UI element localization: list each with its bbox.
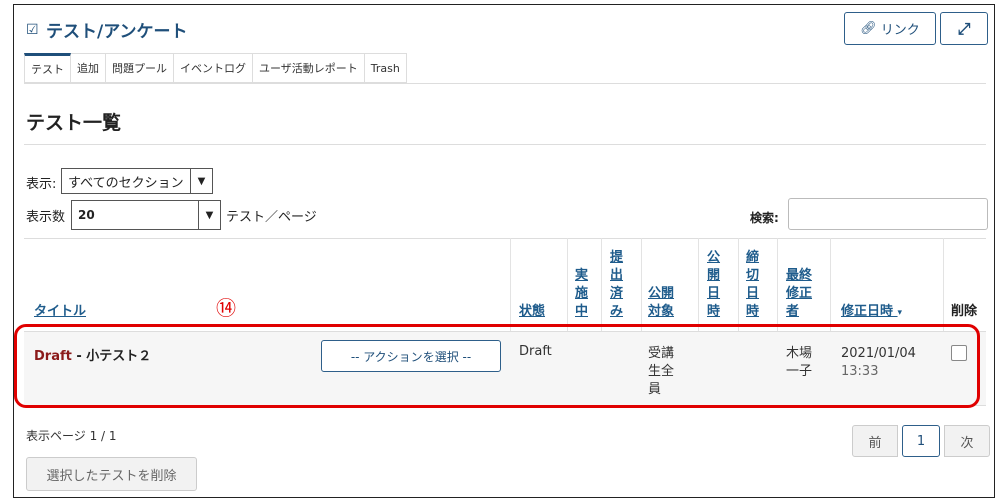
column-header-status[interactable]: 状態 [519, 303, 545, 321]
action-select-button[interactable]: -- アクションを選択 -- [321, 340, 501, 372]
row-status: Draft [519, 344, 552, 359]
column-header-close-date[interactable]: 締切日時 [746, 249, 762, 321]
tab-add[interactable]: 追加 [71, 53, 106, 83]
annotation-number: ⑭ [216, 296, 236, 320]
pagination: 前 1 次 [852, 425, 990, 457]
delete-checkbox[interactable] [951, 345, 967, 361]
test-title[interactable]: Draft - 小テスト２ [34, 345, 151, 364]
view-label: 表示: [26, 177, 57, 192]
delete-selected-button[interactable]: 選択したテストを削除 [26, 457, 197, 491]
row-modified-date: 2021/01/04 [841, 346, 916, 361]
column-header-modified[interactable]: 修正日時 ▾ [841, 303, 902, 322]
tab-bar: テスト 追加 問題プール イベントログ ユーザ活動レポート Trash [24, 53, 407, 83]
sort-desc-icon: ▾ [897, 308, 903, 318]
page-title: テスト一覧 [26, 112, 122, 134]
column-header-open-date[interactable]: 公開日時 [707, 249, 723, 321]
draft-prefix: Draft [34, 349, 72, 364]
search-input[interactable] [788, 198, 988, 230]
tab-divider [24, 83, 986, 84]
column-header-modifier[interactable]: 最終修正者 [786, 267, 818, 321]
link-icon: 🔗︎ [860, 21, 877, 36]
row-modified-time: 13:33 [841, 364, 879, 379]
row-modifier: 木場一子 [786, 346, 813, 379]
count-label: 表示数 [26, 210, 66, 225]
next-page-button[interactable]: 次 [944, 425, 990, 457]
heading-divider [24, 144, 986, 145]
link-button[interactable]: 🔗︎ リンク [844, 12, 936, 45]
tab-question-pool[interactable]: 問題プール [106, 53, 174, 83]
page-size-value: 20 [78, 208, 95, 222]
count-suffix: テスト／ページ [226, 210, 317, 225]
checkbox-icon: ☑ [26, 21, 39, 38]
column-header-delete: 削除 [951, 304, 978, 319]
column-header-submitted[interactable]: 提出済み [610, 249, 626, 321]
section-select[interactable]: すべてのセクション ▼ [61, 168, 213, 194]
column-header-active[interactable]: 実施中 [575, 267, 591, 321]
tool-frame: ☑ テスト/アンケート 🔗︎ リンク ⤢ テスト 追加 問題プール イベントログ… [13, 4, 995, 498]
tool-title: ☑ テスト/アンケート [26, 17, 188, 42]
test-title-text: - 小テスト２ [71, 349, 152, 364]
chevron-down-icon: ▼ [198, 201, 220, 229]
expand-button[interactable]: ⤢ [940, 12, 988, 45]
row-target: 受講生全員 [648, 346, 675, 397]
link-button-label: リンク [880, 23, 920, 38]
page-info: 表示ページ 1 / 1 [26, 429, 117, 443]
prev-page-button[interactable]: 前 [852, 425, 898, 457]
tool-title-text: テスト/アンケート [46, 22, 188, 42]
current-page-button[interactable]: 1 [902, 425, 940, 457]
column-header-target[interactable]: 公開対象 [648, 285, 680, 321]
tab-user-activity[interactable]: ユーザ活動レポート [253, 53, 365, 83]
chevron-down-icon: ▼ [190, 169, 212, 193]
column-header-modified-label: 修正日時 [841, 304, 894, 319]
tab-event-log[interactable]: イベントログ [174, 53, 253, 83]
column-header-title[interactable]: タイトル [34, 303, 86, 321]
tab-trash[interactable]: Trash [364, 53, 407, 83]
section-select-value: すべてのセクション [68, 175, 184, 191]
expand-icon: ⤢ [957, 18, 971, 38]
search-label: 検索: [750, 211, 779, 225]
table-header-top [24, 238, 986, 239]
tab-test[interactable]: テスト [24, 53, 71, 83]
page-size-select[interactable]: 20 ▼ [71, 200, 221, 230]
